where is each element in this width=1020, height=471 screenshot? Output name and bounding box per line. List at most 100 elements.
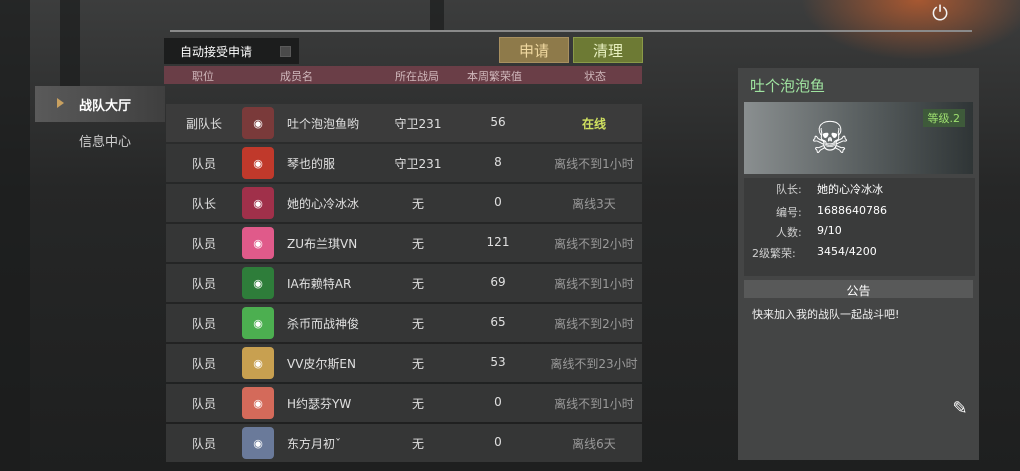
member-status: 离线不到1小时 [554, 397, 634, 411]
member-role: 队员 [191, 317, 216, 331]
header-status: 状态 [584, 70, 606, 83]
table-row[interactable]: 队员 ◉ 杀币而战神俊 无 65 离线不到2小时 [166, 304, 642, 342]
prosperity-value: 3454/4200 [817, 245, 877, 258]
member-role: 队员 [191, 237, 216, 251]
member-role: 队员 [191, 157, 216, 171]
member-role: 队员 [191, 397, 216, 411]
team-level-badge: 等级.2 [922, 109, 965, 127]
avatar[interactable]: ◉ [242, 427, 274, 459]
nav-item-info-center[interactable]: 信息中心 [35, 122, 165, 158]
auto-accept-label: 自动接受申请 [180, 44, 253, 59]
power-icon[interactable]: ⏻ [918, 0, 962, 26]
table-row[interactable]: 队员 ◉ VV皮尔斯EN 无 53 离线不到23小时 [166, 344, 642, 382]
member-status: 离线不到1小时 [554, 157, 634, 171]
auto-accept-toggle[interactable]: 自动接受申请 [164, 38, 299, 64]
count-label: 人数: [776, 226, 802, 239]
member-honor: 0 [494, 435, 502, 449]
nav-item-label: 信息中心 [79, 134, 132, 150]
member-status: 离线6天 [572, 437, 616, 451]
member-battle: 无 [411, 277, 424, 291]
table-row[interactable]: 队长 ◉ 她的心冷冰冰 无 0 离线3天 [166, 184, 642, 222]
skull-emblem-icon: ☠ [810, 112, 850, 164]
header-role: 职位 [192, 70, 214, 83]
member-battle: 无 [411, 397, 424, 411]
avatar[interactable]: ◉ [242, 227, 274, 259]
arrow-right-icon [57, 98, 64, 108]
notice-text: 快来加入我的战队一起战斗吧! [752, 308, 900, 321]
prosperity-label: 2级繁荣: [752, 247, 796, 260]
avatar[interactable]: ◉ [242, 107, 274, 139]
id-value: 1688640786 [817, 204, 887, 217]
member-status: 离线不到2小时 [554, 237, 634, 251]
member-status: 离线不到2小时 [554, 317, 634, 331]
table-row[interactable]: 副队长 ◉ 吐个泡泡鱼哟 守卫231 56 在线 [166, 104, 642, 142]
nav-item-team-hall[interactable]: 战队大厅 [35, 86, 165, 122]
member-table: 副队长 ◉ 吐个泡泡鱼哟 守卫231 56 在线 队员 ◉ 琴也的服 守卫231… [166, 104, 642, 464]
avatar[interactable]: ◉ [242, 347, 274, 379]
clear-button[interactable]: 清理 [573, 37, 643, 63]
top-divider [170, 30, 972, 32]
member-role: 队员 [191, 357, 216, 371]
member-status: 离线不到23小时 [550, 357, 638, 371]
member-name: 琴也的服 [287, 157, 336, 171]
member-honor: 53 [490, 355, 506, 369]
team-info-panel: 吐个泡泡鱼 ☠ 等级.2 队长: 她的心冷冰冰 编号: 1688640786 人… [738, 68, 979, 460]
count-value: 9/10 [817, 224, 842, 237]
member-honor: 65 [490, 315, 506, 329]
nav-item-label: 战队大厅 [79, 98, 132, 114]
member-battle: 守卫231 [394, 117, 442, 131]
left-nav: 战队大厅 信息中心 [35, 86, 165, 158]
member-name: 杀币而战神俊 [287, 317, 360, 331]
header-battle: 所在战局 [395, 70, 439, 83]
member-battle: 无 [411, 357, 424, 371]
member-status: 离线3天 [572, 197, 616, 211]
member-role: 队长 [191, 197, 216, 211]
header-name: 成员名 [280, 70, 313, 83]
table-row[interactable]: 队员 ◉ 东方月初ˇ 无 0 离线6天 [166, 424, 642, 462]
avatar[interactable]: ◉ [242, 387, 274, 419]
auto-accept-checkbox[interactable] [280, 46, 291, 57]
member-honor: 69 [490, 275, 506, 289]
member-battle: 无 [411, 317, 424, 331]
apply-button[interactable]: 申请 [499, 37, 569, 63]
notice-title: 公告 [744, 280, 973, 298]
member-battle: 无 [411, 437, 424, 451]
id-label: 编号: [776, 206, 802, 219]
member-honor: 8 [494, 155, 502, 169]
member-role: 队员 [191, 277, 216, 291]
avatar[interactable]: ◉ [242, 307, 274, 339]
leader-value: 她的心冷冰冰 [817, 183, 883, 196]
table-row[interactable]: 队员 ◉ 琴也的服 守卫231 8 离线不到1小时 [166, 144, 642, 182]
member-name: VV皮尔斯EN [287, 357, 356, 371]
member-name: 她的心冷冰冰 [287, 197, 360, 211]
member-honor: 0 [494, 195, 502, 209]
avatar[interactable]: ◉ [242, 147, 274, 179]
table-row[interactable]: 队员 ◉ ZU布兰琪VN 无 121 离线不到2小时 [166, 224, 642, 262]
member-name: 吐个泡泡鱼哟 [287, 117, 360, 131]
member-honor: 121 [486, 235, 510, 249]
member-honor: 0 [494, 395, 502, 409]
team-details: 队长: 她的心冷冰冰 编号: 1688640786 人数: 9/10 2级繁荣:… [744, 178, 975, 276]
team-name: 吐个泡泡鱼 [750, 77, 826, 95]
member-name: H约瑟芬YW [287, 397, 352, 411]
member-status: 离线不到1小时 [554, 277, 634, 291]
table-row[interactable]: 队员 ◉ IA布赖特AR 无 69 离线不到1小时 [166, 264, 642, 302]
member-battle: 无 [411, 197, 424, 211]
member-battle: 守卫231 [394, 157, 442, 171]
leader-label: 队长: [776, 183, 802, 196]
member-name: IA布赖特AR [287, 277, 352, 291]
member-name: ZU布兰琪VN [287, 237, 358, 251]
member-name: 东方月初ˇ [287, 437, 342, 451]
avatar[interactable]: ◉ [242, 267, 274, 299]
member-role: 队员 [191, 437, 216, 451]
header-honor: 本周繁荣值 [467, 70, 522, 83]
table-header: 职位 成员名 所在战局 本周繁荣值 状态 [164, 66, 642, 84]
member-role: 副队长 [185, 117, 222, 131]
member-battle: 无 [411, 237, 424, 251]
team-banner: ☠ 等级.2 [744, 102, 973, 174]
member-status: 在线 [581, 117, 606, 131]
avatar[interactable]: ◉ [242, 187, 274, 219]
table-row[interactable]: 队员 ◉ H约瑟芬YW 无 0 离线不到1小时 [166, 384, 642, 422]
member-honor: 56 [490, 115, 506, 129]
edit-icon[interactable]: ✎ [948, 396, 972, 420]
